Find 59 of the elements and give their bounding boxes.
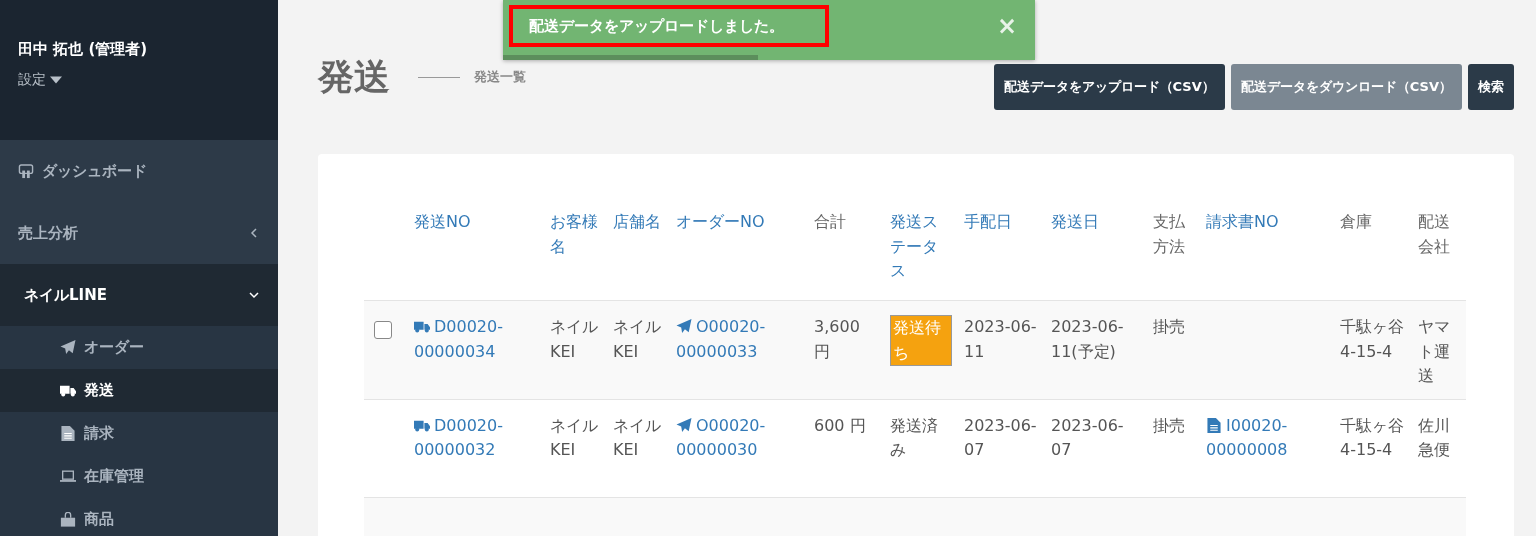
paper-plane-icon — [676, 417, 692, 433]
bag-icon — [60, 512, 76, 527]
settings-dropdown[interactable]: 設定 — [18, 71, 62, 89]
id-link[interactable]: D00020-00000032 — [414, 413, 538, 463]
table-cell-text: 発送済み — [890, 414, 939, 461]
document-icon — [1206, 417, 1222, 433]
sidebar-item[interactable]: 売上分析 — [0, 202, 278, 264]
row-checkbox[interactable] — [374, 321, 392, 339]
column-header[interactable]: 発送ステータス — [890, 210, 952, 284]
table-cell-text: 3,600 円 — [814, 316, 861, 363]
user-name: 田中 拓也 (管理者) — [18, 40, 149, 59]
dashboard-icon — [18, 163, 34, 179]
truck-icon — [414, 319, 430, 334]
column-header[interactable]: オーダーNO — [676, 210, 802, 235]
table-cell-text: ヤマト運送 — [1418, 316, 1451, 387]
column-header: 倉庫 — [1340, 211, 1373, 233]
table-cell-text: ネイルKEI — [550, 414, 599, 461]
column-header[interactable]: 手配日 — [964, 210, 1039, 235]
column-header: 配送会社 — [1418, 211, 1451, 258]
page-title: 発送 — [318, 54, 390, 99]
column-header: 支払方法 — [1153, 211, 1186, 258]
laptop-icon — [60, 469, 76, 484]
table-cell-text: 佐川急便 — [1418, 414, 1451, 461]
table-cell-text: 2023-06-07 — [1051, 414, 1125, 461]
chevron-left-icon — [248, 227, 260, 239]
toast-message: 配送データをアップロードしました。 — [509, 5, 829, 47]
paper-plane-icon — [60, 340, 76, 355]
table-cell-text: 2023-06-07 — [964, 414, 1038, 461]
table-cell-text: 千駄ヶ谷4-15-4 — [1340, 414, 1405, 461]
table-cell-text: ネイルKEI — [613, 414, 662, 461]
status-badge: 発送待ち — [890, 315, 952, 366]
caret-icon — [50, 74, 62, 86]
sidebar-item[interactable]: ネイルLINE — [0, 264, 278, 326]
id-link[interactable]: I00020-00000008 — [1206, 413, 1328, 463]
table-cell-text: 掛売 — [1153, 316, 1186, 338]
table-cell-text: 600 円 — [814, 414, 867, 437]
paper-plane-icon — [676, 319, 692, 334]
id-link[interactable]: O00020-00000030 — [676, 413, 802, 463]
table-cell-text: ネイルKEI — [613, 316, 662, 363]
column-header[interactable]: 店舗名 — [613, 210, 664, 235]
column-header: 合計 — [814, 211, 847, 233]
column-header[interactable]: 発送日 — [1051, 210, 1141, 235]
sidebar-item[interactable]: ダッシュボード — [0, 140, 278, 202]
document-icon — [60, 426, 76, 441]
column-header[interactable]: 発送NO — [414, 210, 538, 235]
action-button[interactable]: 配送データをアップロード（CSV） — [993, 64, 1225, 110]
chevron-down-icon — [248, 289, 260, 301]
action-button[interactable]: 検索 — [1468, 64, 1514, 110]
column-header[interactable]: お客様名 — [550, 210, 601, 259]
truck-icon — [60, 383, 76, 398]
table-cell-text: 2023-06-11 — [964, 316, 1038, 363]
table-cell-text: 2023-06-11(予定) — [1051, 316, 1125, 363]
column-header[interactable]: 請求書NO — [1206, 210, 1328, 235]
table-cell-text: 掛売 — [1153, 414, 1186, 437]
download-button[interactable]: 配送データをダウンロード（CSV） — [1230, 64, 1462, 110]
page-subtitle: 発送一覧 — [474, 68, 527, 86]
sidebar-subitem[interactable]: 発送 — [0, 369, 278, 412]
table-cell-text: ネイルKEI — [550, 316, 599, 363]
table-cell-text: 千駄ヶ谷4-15-4 — [1340, 316, 1405, 363]
